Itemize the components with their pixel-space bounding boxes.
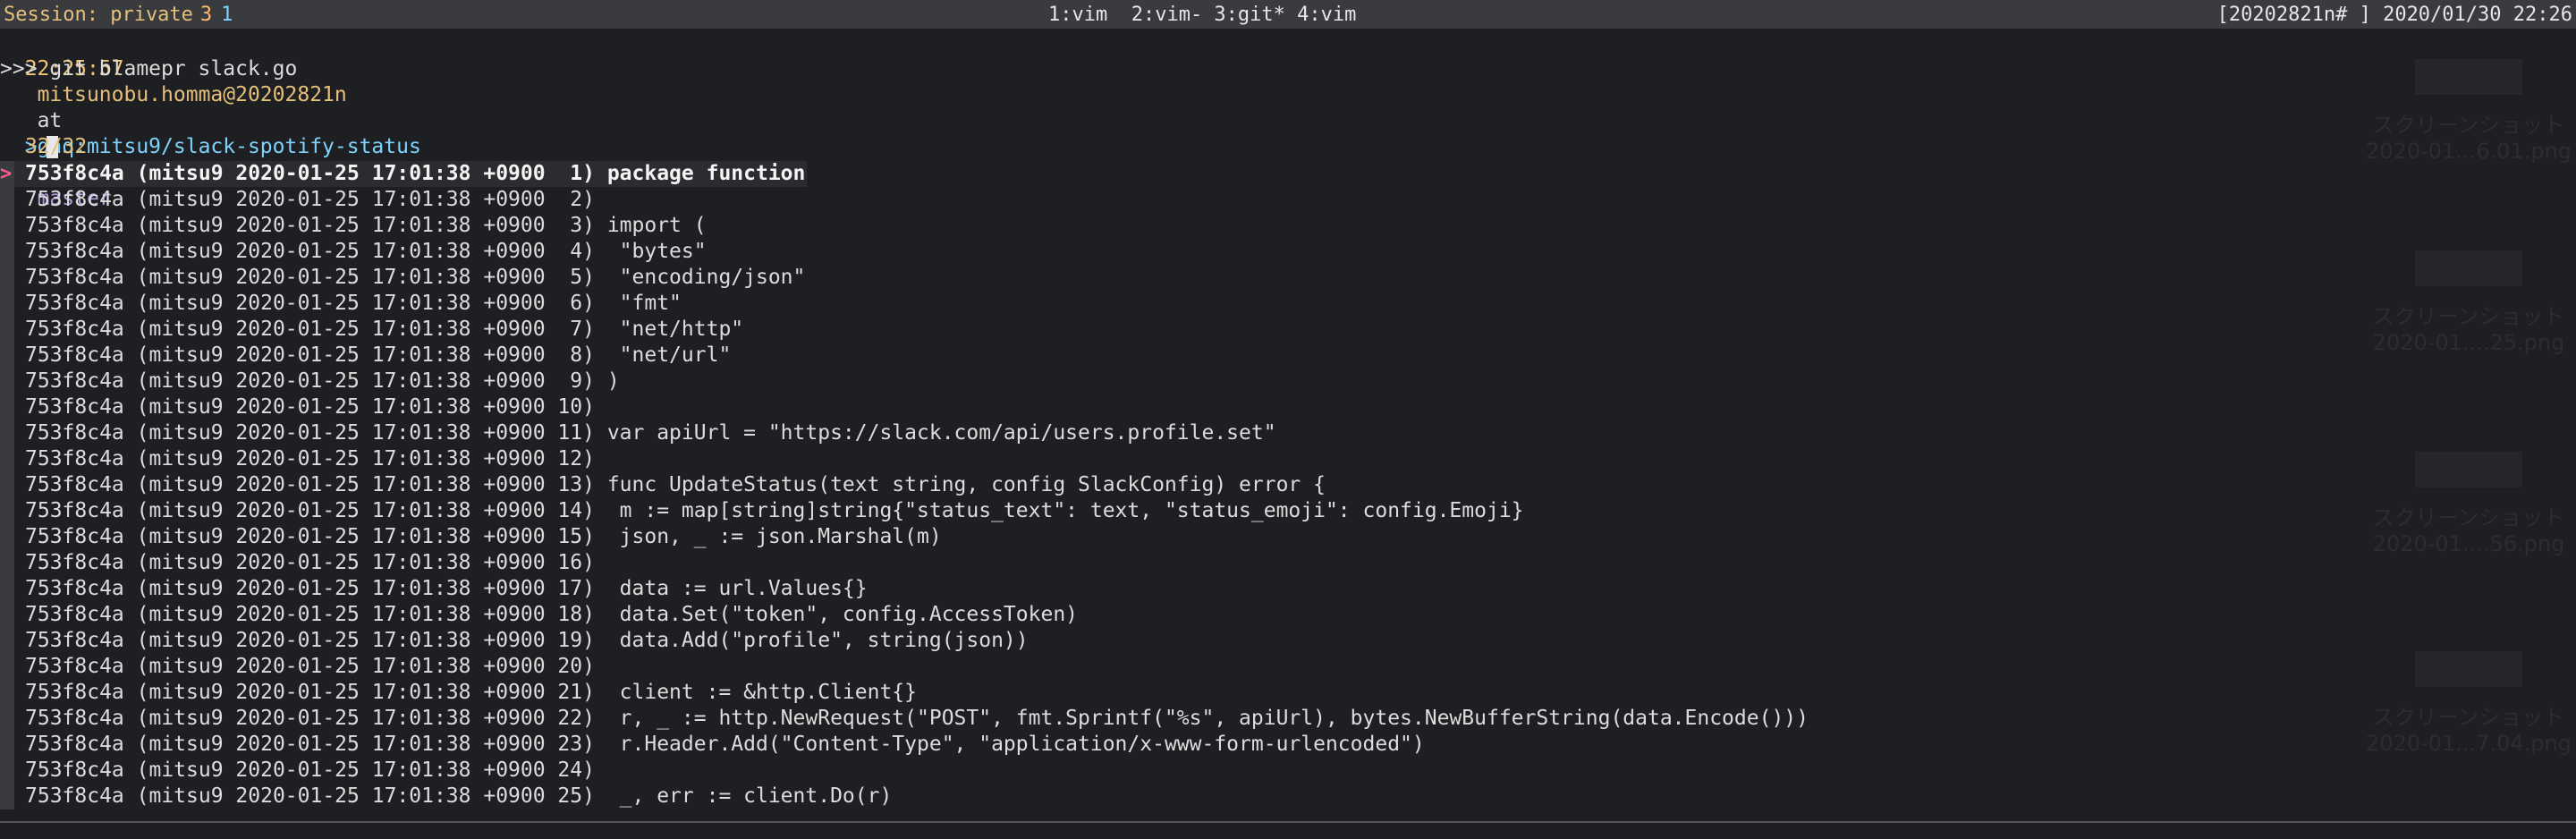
blame-line[interactable]: 753f8c4a (mitsu9 2020-01-25 17:01:38 +09… <box>0 265 1852 291</box>
list-gutter <box>0 291 14 317</box>
blame-line-text: 753f8c4a (mitsu9 2020-01-25 17:01:38 +09… <box>25 603 1079 626</box>
blame-line[interactable]: 753f8c4a (mitsu9 2020-01-25 17:01:38 +09… <box>0 498 1852 524</box>
list-gutter <box>0 576 14 602</box>
list-gutter <box>0 213 14 239</box>
list-gutter <box>0 239 14 265</box>
blame-line[interactable]: 753f8c4a (mitsu9 2020-01-25 17:01:38 +09… <box>0 628 1852 654</box>
blame-line-text: 753f8c4a (mitsu9 2020-01-25 17:01:38 +09… <box>25 240 707 263</box>
blame-line-text: 753f8c4a (mitsu9 2020-01-25 17:01:38 +09… <box>25 214 707 237</box>
list-gutter <box>0 472 14 498</box>
blame-line-text: 753f8c4a (mitsu9 2020-01-25 17:01:38 +09… <box>25 681 917 704</box>
blame-line[interactable]: 753f8c4a (mitsu9 2020-01-25 17:01:38 +09… <box>0 343 1852 369</box>
list-gutter <box>0 369 14 394</box>
blame-line-text: 753f8c4a (mitsu9 2020-01-25 17:01:38 +09… <box>25 784 893 808</box>
blame-line-text: 753f8c4a (mitsu9 2020-01-25 17:01:38 +09… <box>25 551 595 574</box>
blame-line[interactable]: 753f8c4a (mitsu9 2020-01-25 17:01:38 +09… <box>0 394 1852 420</box>
file-thumbnail-icon <box>2415 651 2522 687</box>
blame-line-text: 753f8c4a (mitsu9 2020-01-25 17:01:38 +09… <box>25 395 595 419</box>
list-gutter <box>0 628 14 654</box>
session-pane-number: 1 <box>221 3 233 26</box>
desktop-file-4[interactable]: スクリーンショット 2020-01...7.04.png <box>2352 651 2576 756</box>
blame-line[interactable]: 753f8c4a (mitsu9 2020-01-25 17:01:38 +09… <box>0 524 1852 550</box>
blame-line-text: 753f8c4a (mitsu9 2020-01-25 17:01:38 +09… <box>25 655 595 678</box>
list-gutter <box>0 265 14 291</box>
list-gutter <box>0 446 14 472</box>
blame-line-text: 753f8c4a (mitsu9 2020-01-25 17:01:38 +09… <box>25 188 595 211</box>
blame-line[interactable]: 753f8c4a (mitsu9 2020-01-25 17:01:38 +09… <box>0 784 1852 809</box>
blame-line[interactable]: 753f8c4a (mitsu9 2020-01-25 17:01:38 +09… <box>0 602 1852 628</box>
blame-line-text: 753f8c4a (mitsu9 2020-01-25 17:01:38 +09… <box>25 266 806 289</box>
list-gutter <box>0 732 14 758</box>
session-label: Session: private <box>4 3 193 26</box>
blame-line-text: 753f8c4a (mitsu9 2020-01-25 17:01:38 +09… <box>25 473 1326 496</box>
selection-pointer-icon: > <box>0 163 13 185</box>
tmux-status-bar: Session: private 3 1 1:vim 2:vim- 3:git*… <box>0 0 2576 29</box>
list-gutter <box>0 680 14 706</box>
list-gutter <box>0 394 14 420</box>
list-gutter <box>0 784 14 809</box>
list-gutter <box>0 758 14 784</box>
blame-line[interactable]: 753f8c4a (mitsu9 2020-01-25 17:01:38 +09… <box>0 420 1852 446</box>
blame-line-text: 753f8c4a (mitsu9 2020-01-25 17:01:38 +09… <box>25 292 682 315</box>
status-right-clock: [20202821n# ] 2020/01/30 22:26 <box>2216 3 2572 26</box>
list-gutter <box>0 550 14 576</box>
blame-line[interactable]: 753f8c4a (mitsu9 2020-01-25 17:01:38 +09… <box>0 291 1852 317</box>
file-thumbnail-icon <box>2415 250 2522 286</box>
fzf-match-counter: 32/32 <box>25 135 88 158</box>
blame-line[interactable]: 753f8c4a (mitsu9 2020-01-25 17:01:38 +09… <box>0 317 1852 343</box>
list-gutter <box>0 602 14 628</box>
list-gutter <box>0 343 14 369</box>
blame-line-text: 753f8c4a (mitsu9 2020-01-25 17:01:38 +09… <box>25 447 595 470</box>
blame-line-text: 753f8c4a (mitsu9 2020-01-25 17:01:38 +09… <box>25 525 942 548</box>
blame-line[interactable]: 753f8c4a (mitsu9 2020-01-25 17:01:38 +09… <box>0 446 1852 472</box>
file-thumbnail-icon <box>2415 59 2522 95</box>
blame-line[interactable]: 753f8c4a (mitsu9 2020-01-25 17:01:38 +09… <box>0 550 1852 576</box>
blame-line[interactable]: 753f8c4a (mitsu9 2020-01-25 17:01:38 +09… <box>0 706 1852 732</box>
blame-list[interactable]: >753f8c4a (mitsu9 2020-01-25 17:01:38 +0… <box>0 161 1852 809</box>
blame-line[interactable]: 753f8c4a (mitsu9 2020-01-25 17:01:38 +09… <box>0 369 1852 394</box>
list-gutter <box>0 187 14 213</box>
list-gutter <box>0 654 14 680</box>
blame-line[interactable]: 753f8c4a (mitsu9 2020-01-25 17:01:38 +09… <box>0 576 1852 602</box>
blame-line-text: 753f8c4a (mitsu9 2020-01-25 17:01:38 +09… <box>25 421 1276 445</box>
window-list[interactable]: 1:vim 2:vim- 3:git* 4:vim <box>1048 0 1356 29</box>
blame-line[interactable]: 753f8c4a (mitsu9 2020-01-25 17:01:38 +09… <box>0 654 1852 680</box>
blame-line[interactable]: 753f8c4a (mitsu9 2020-01-25 17:01:38 +09… <box>0 187 1852 213</box>
blame-line-text: 753f8c4a (mitsu9 2020-01-25 17:01:38 +09… <box>25 343 732 367</box>
prompt-user-host: mitsunobu.homma@20202821n <box>37 83 347 106</box>
blame-line-text: 753f8c4a (mitsu9 2020-01-25 17:01:38 +09… <box>14 161 808 187</box>
blame-line[interactable]: 753f8c4a (mitsu9 2020-01-25 17:01:38 +09… <box>0 239 1852 265</box>
blame-line[interactable]: 753f8c4a (mitsu9 2020-01-25 17:01:38 +09… <box>0 472 1852 498</box>
list-gutter <box>0 498 14 524</box>
list-gutter <box>0 524 14 550</box>
desktop-file-3[interactable]: スクリーンショット 2020-01....56.png <box>2352 452 2576 556</box>
blame-line[interactable]: 753f8c4a (mitsu9 2020-01-25 17:01:38 +09… <box>0 680 1852 706</box>
blame-line-text: 753f8c4a (mitsu9 2020-01-25 17:01:38 +09… <box>25 707 1809 730</box>
blame-line-text: 753f8c4a (mitsu9 2020-01-25 17:01:38 +09… <box>25 629 1029 652</box>
list-gutter <box>0 317 14 343</box>
fzf-query-line[interactable]: > <box>0 108 58 158</box>
list-gutter <box>0 420 14 446</box>
blame-line[interactable]: 753f8c4a (mitsu9 2020-01-25 17:01:38 +09… <box>0 758 1852 784</box>
file-thumbnail-icon <box>2415 452 2522 487</box>
blame-line-text: 753f8c4a (mitsu9 2020-01-25 17:01:38 +09… <box>25 318 744 341</box>
prompt-info-line: 22:25:57 mitsunobu.homma@20202821n at gh… <box>0 30 421 210</box>
blame-line-text: 753f8c4a (mitsu9 2020-01-25 17:01:38 +09… <box>25 369 620 393</box>
prompt-command: >>> git blamepr slack.go <box>0 57 298 81</box>
desktop-file-2[interactable]: スクリーンショット 2020-01....25.png <box>2352 250 2576 355</box>
session-number: 3 <box>199 3 213 26</box>
blame-line-text: 753f8c4a (mitsu9 2020-01-25 17:01:38 +09… <box>25 758 595 782</box>
prompt-repo: ghq:mitsu9/slack-spotify-status <box>37 135 421 158</box>
status-left: Session: private 3 1 <box>0 0 233 29</box>
desktop-file-1[interactable]: スクリーンショット 2020-01...6.01.png <box>2352 59 2576 164</box>
blame-line[interactable]: 753f8c4a (mitsu9 2020-01-25 17:01:38 +09… <box>0 213 1852 239</box>
blame-line[interactable]: 753f8c4a (mitsu9 2020-01-25 17:01:38 +09… <box>0 732 1852 758</box>
blame-line[interactable]: >753f8c4a (mitsu9 2020-01-25 17:01:38 +0… <box>0 161 1852 187</box>
blame-line-text: 753f8c4a (mitsu9 2020-01-25 17:01:38 +09… <box>25 499 1524 522</box>
blame-line-text: 753f8c4a (mitsu9 2020-01-25 17:01:38 +09… <box>25 733 1425 756</box>
list-gutter: > <box>0 161 14 187</box>
list-gutter <box>0 706 14 732</box>
pane-separator <box>0 821 2576 823</box>
blame-line-text: 753f8c4a (mitsu9 2020-01-25 17:01:38 +09… <box>25 577 868 600</box>
